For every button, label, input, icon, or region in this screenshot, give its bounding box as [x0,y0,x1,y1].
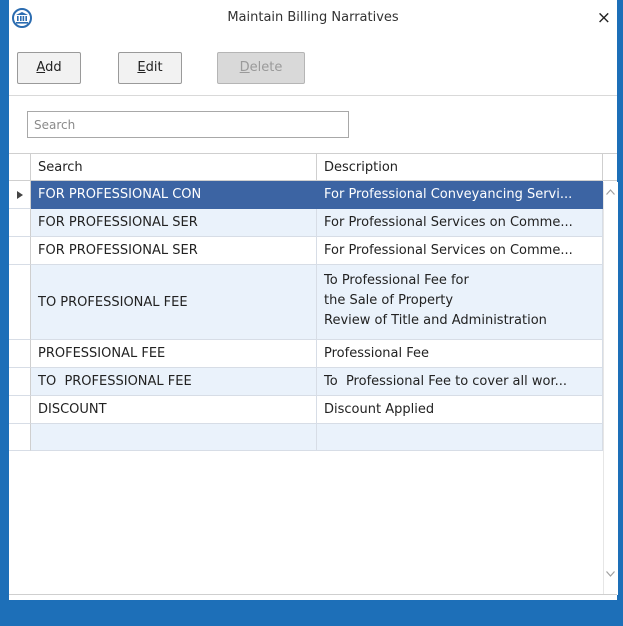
description-line: To Professional Fee for [324,273,469,288]
column-header-search[interactable]: Search [31,154,317,181]
search-cell[interactable]: TO PROFESSIONAL FEE [31,265,317,340]
add-button[interactable]: Add [17,52,81,84]
edit-button[interactable]: Edit [118,52,182,84]
chevron-up-icon[interactable] [606,189,615,195]
status-bar [0,600,623,626]
search-cell[interactable]: TO PROFESSIONAL FEE [31,368,317,396]
table-row[interactable]: DISCOUNT Discount Applied [9,396,603,424]
edit-label: dit [145,60,163,75]
description-cell[interactable]: For Professional Services on Comme... [317,237,603,265]
search-input[interactable]: Search [27,111,349,138]
description-cell[interactable]: For Professional Conveyancing Servi... [317,181,603,209]
description-cell[interactable]: Discount Applied [317,396,603,424]
edit-mnemonic: E [137,60,146,75]
row-pointer-cell [9,181,31,209]
delete-button[interactable]: Delete [217,52,305,84]
chevron-down-icon[interactable] [606,571,615,577]
search-cell[interactable]: FOR PROFESSIONAL CON [31,181,317,209]
description-cell[interactable]: To Professional Fee for the Sale of Prop… [317,265,603,340]
add-mnemonic: A [36,60,46,75]
narratives-grid: Search Description FOR PROFESSIONAL CON … [9,153,618,595]
triangle-right-icon [17,191,23,199]
row-pointer-cell [9,340,31,368]
table-row[interactable]: TO PROFESSIONAL FEE To Professional Fee … [9,265,603,340]
add-label: dd [45,60,62,75]
table-row[interactable]: TO PROFESSIONAL FEE To Professional Fee … [9,368,603,396]
search-cell[interactable]: FOR PROFESSIONAL SER [31,209,317,237]
description-cell[interactable]: Professional Fee [317,340,603,368]
table-row[interactable]: FOR PROFESSIONAL CON For Professional Co… [9,181,603,209]
row-pointer-cell [9,368,31,396]
table-row[interactable]: FOR PROFESSIONAL SER For Professional Se… [9,209,603,237]
close-icon[interactable]: × [597,8,611,28]
window-title: Maintain Billing Narratives [227,10,399,25]
search-cell[interactable] [31,424,317,451]
delete-label: elete [249,60,283,75]
delete-mnemonic: D [239,60,250,75]
column-header-description[interactable]: Description [317,154,603,181]
description-cell[interactable]: For Professional Services on Comme... [317,209,603,237]
description-line: the Sale of Property [324,293,454,308]
table-row[interactable]: FOR PROFESSIONAL SER For Professional Se… [9,237,603,265]
dialog-window: Maintain Billing Narratives × Add Edit D… [0,0,623,626]
row-pointer-cell [9,396,31,424]
row-header-corner [9,154,31,181]
row-pointer-cell [9,265,31,340]
description-cell[interactable] [317,424,603,451]
search-cell[interactable]: PROFESSIONAL FEE [31,340,317,368]
row-pointer-cell [9,237,31,265]
search-cell[interactable]: FOR PROFESSIONAL SER [31,237,317,265]
column-header-filler [603,154,617,181]
toolbar-divider [9,95,617,96]
table-row[interactable]: PROFESSIONAL FEE Professional Fee [9,340,603,368]
description-line: Review of Title and Administration [324,313,547,328]
row-pointer-cell [9,424,31,451]
new-row[interactable] [9,424,603,451]
vertical-scrollbar[interactable] [603,182,618,595]
row-pointer-cell [9,209,31,237]
toolbar: Add Edit Delete [9,40,617,95]
window-border-left [0,0,9,600]
title-bar: Maintain Billing Narratives × [9,0,617,40]
description-cell[interactable]: To Professional Fee to cover all wor... [317,368,603,396]
search-cell[interactable]: DISCOUNT [31,396,317,424]
